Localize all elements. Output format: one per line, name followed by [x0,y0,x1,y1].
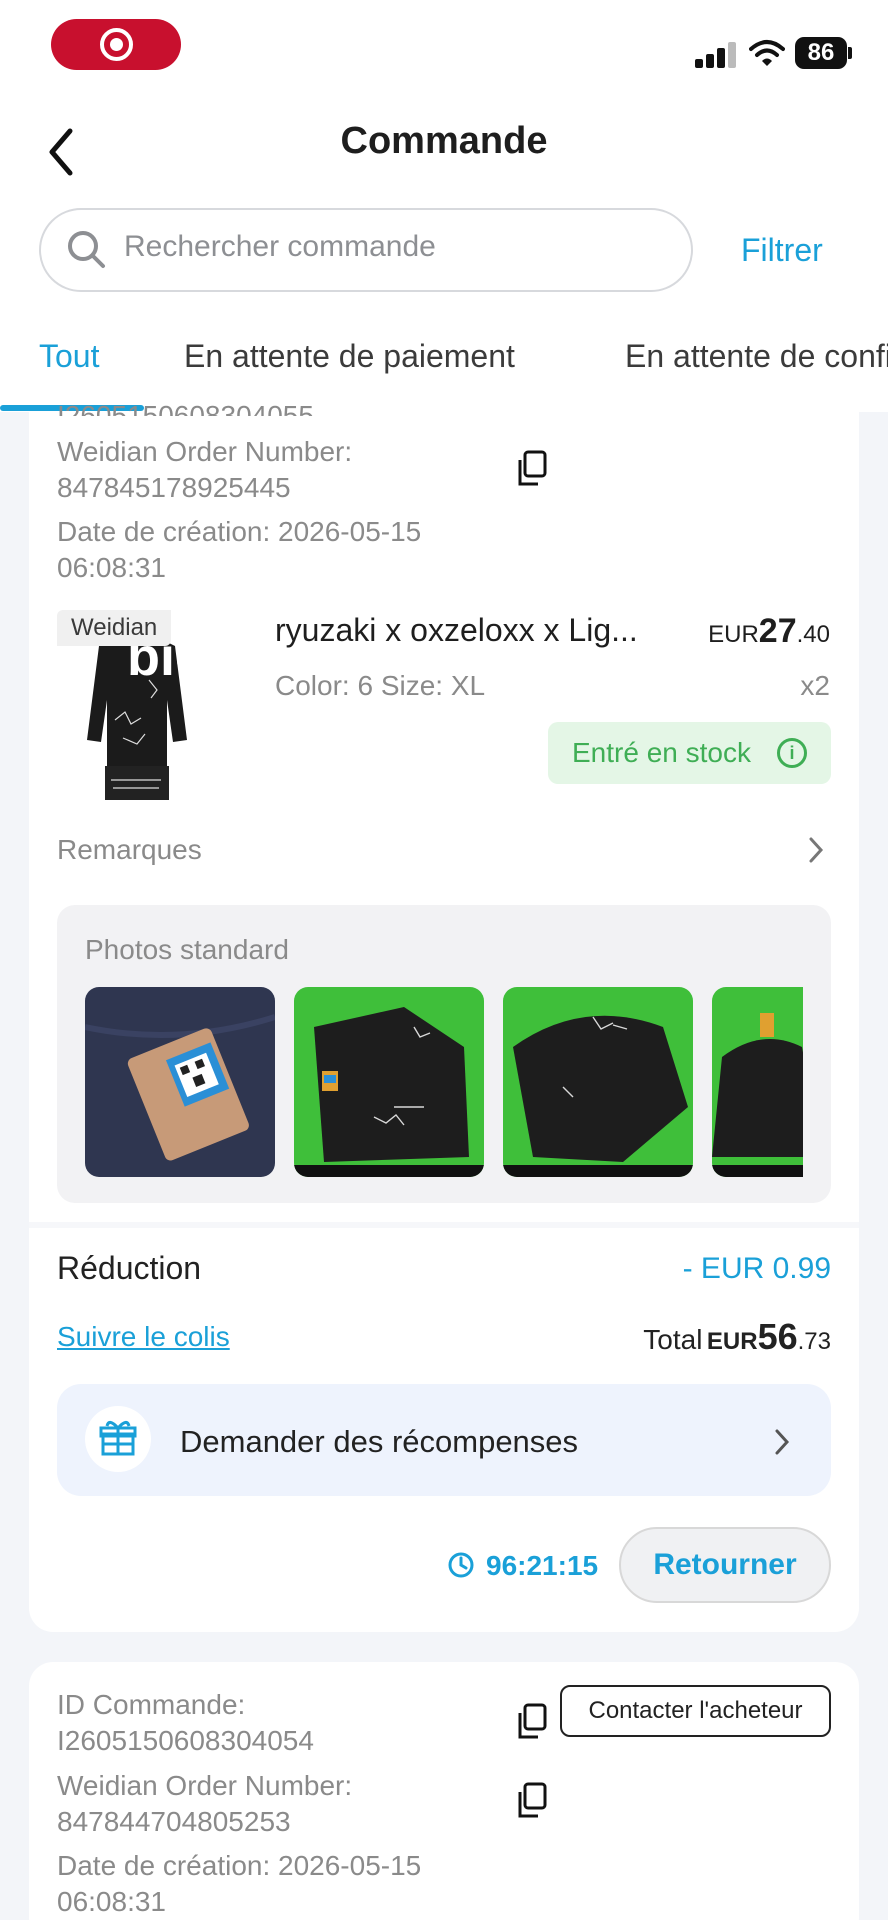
order-total: Total EUR56.73 [560,1316,831,1358]
weidian-order-label: Weidian Order Number: [57,1770,353,1801]
reduction-value: - EUR 0.99 [682,1252,831,1285]
return-button[interactable]: Retourner [619,1527,831,1603]
total-integer: 56 [757,1316,798,1357]
total-label: Total [643,1324,703,1355]
page-title: Commande [340,120,548,162]
weidian-order-number: 847844704805253 [57,1806,291,1837]
total-currency: EUR [706,1328,758,1355]
total-decimal: .73 [797,1328,831,1355]
order-status-tabs: Tout En attente de paiement En attente d… [0,338,888,410]
creation-date-label: Date de création: 2026-05-15 [57,516,422,547]
product-variant: Color: 6 Size: XL [275,670,486,701]
order-id-value: I2605150608304054 [57,1725,314,1756]
price-integer: 27 [758,612,797,650]
copy-icon[interactable] [515,1782,549,1820]
reduction-label: Réduction [57,1250,202,1286]
tab-awaiting-confirmation[interactable]: En attente de confirmation [625,338,888,375]
weidian-order-number: 847845178925445 [57,472,291,503]
return-countdown: 96:21:15 [486,1550,599,1581]
creation-time: 06:08:31 [57,1886,166,1917]
copy-icon[interactable] [515,450,549,488]
chevron-right-icon [809,837,824,863]
battery-tip [848,47,852,59]
qc-photo[interactable] [712,987,803,1177]
creation-date-label: Date de création: 2026-05-15 [57,1850,422,1881]
divider [29,1222,859,1228]
qc-photo[interactable] [85,987,275,1177]
product-name[interactable]: ryuzaki x oxzeloxx x Lig... [275,612,638,649]
contact-buyer-button[interactable]: Contacter l'acheteur [560,1685,831,1737]
tab-all[interactable]: Tout [39,338,99,375]
photos-carousel[interactable] [85,987,803,1177]
search-placeholder: Rechercher commande [124,230,436,263]
screen-record-indicator[interactable] [51,19,181,70]
qc-photo[interactable] [294,987,484,1177]
gift-icon-wrap [85,1406,151,1472]
product-price: EUR27.40 [700,612,830,651]
stock-status-badge[interactable]: Entré en stock i [548,722,831,784]
price-decimal: .40 [796,621,830,648]
standard-photos-title: Photos standard [85,934,289,965]
tab-awaiting-payment[interactable]: En attente de paiement [184,338,515,375]
stock-status-label: Entré en stock [572,737,751,768]
order-id-value: I2605150608304055 [57,402,314,416]
info-icon[interactable]: i [777,738,807,768]
shop-badge: Weidian [57,610,172,646]
copy-icon[interactable] [515,1703,549,1741]
wifi-icon [749,40,785,66]
remarks-row[interactable]: Remarques [57,834,202,866]
battery-icon: 86 [795,37,847,69]
qc-photo[interactable] [503,987,693,1177]
gift-icon [99,1421,137,1456]
request-rewards-label: Demander des récompenses [180,1424,579,1459]
creation-time: 06:08:31 [57,552,166,583]
filter-button[interactable]: Filtrer [741,232,823,269]
product-quantity: x2 [800,670,830,701]
order-id-label: ID Commande: [57,1689,246,1720]
chevron-right-icon [775,1429,790,1455]
weidian-order-label: Weidian Order Number: [57,436,353,467]
cellular-signal-icon [695,40,737,68]
price-currency: EUR [708,621,759,648]
search-icon [68,231,105,268]
clock-icon [448,1552,474,1578]
track-package-link[interactable]: Suivre le colis [57,1321,230,1353]
